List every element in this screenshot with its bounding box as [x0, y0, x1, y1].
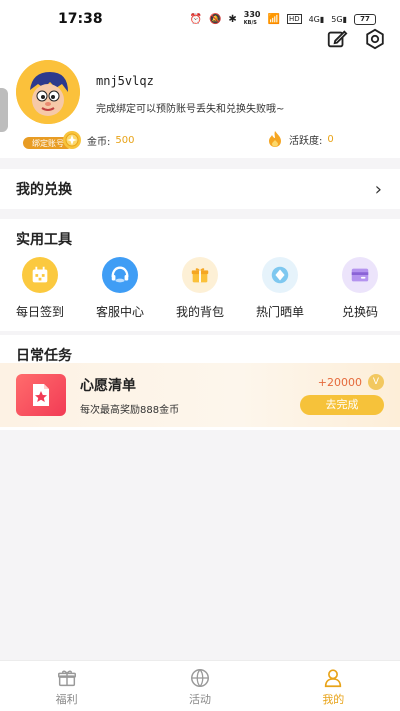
- my-exchange-row[interactable]: 我的兑换 ›: [0, 169, 400, 209]
- signal-icon-1: 4G▮: [308, 14, 325, 24]
- tools-section: 实用工具 每日签到 客服中心 我的背包 热门晒单 兑换码: [0, 219, 400, 331]
- headset-icon: [102, 257, 138, 293]
- diamond-icon: [262, 257, 298, 293]
- flame-icon: [269, 131, 281, 147]
- mute-icon: 🔕: [208, 13, 222, 25]
- activity-label: 活跃度:: [289, 135, 323, 147]
- speed-unit: KB/S: [243, 20, 257, 26]
- calendar-icon: [22, 257, 58, 293]
- gift-tab-icon: [57, 670, 76, 687]
- coin-v-icon: V: [368, 374, 384, 390]
- top-actions: [326, 28, 386, 50]
- network-label-2: 5G: [331, 14, 343, 24]
- ball-tab-icon: [191, 669, 209, 687]
- avatar[interactable]: [16, 60, 80, 124]
- bind-tip: 完成绑定可以预防账号丢失和兑换失败哦~: [96, 104, 285, 115]
- task-desc: 每次最高奖励888金币: [80, 405, 180, 416]
- side-drawer-handle[interactable]: [0, 88, 8, 132]
- username: mnj5vlqz: [96, 74, 154, 88]
- go-complete-button[interactable]: 去完成: [300, 395, 384, 415]
- tool-label: 每日签到: [15, 305, 64, 319]
- coins-value: 500: [115, 134, 135, 146]
- tab-activity[interactable]: 活动: [133, 661, 266, 711]
- wifi-icon: 📶: [267, 13, 280, 25]
- tool-redeem-code[interactable]: 兑换码: [320, 257, 400, 320]
- chevron-right-icon: ›: [374, 178, 382, 200]
- task-card[interactable]: 心愿清单 每次最高奖励888金币 +20000 V 去完成: [0, 363, 400, 427]
- signal-icon-2: 5G▮: [331, 14, 347, 24]
- card-icon: [342, 257, 378, 293]
- daily-tasks-title: 日常任务: [16, 348, 72, 364]
- person-tab-icon: [325, 669, 342, 688]
- hd-icon: HD: [286, 14, 302, 24]
- activity-value: 0: [327, 133, 334, 145]
- gift-icon: [182, 257, 218, 293]
- speed-readout: 330 KB/S: [244, 11, 261, 27]
- avatar-icon: [16, 60, 80, 124]
- tab-label: 活动: [188, 693, 211, 706]
- tool-label: 我的背包: [175, 305, 224, 319]
- edit-icon[interactable]: [326, 28, 348, 50]
- daily-tasks-section: 日常任务 心愿清单 每次最高奖励888金币 +20000 V 去完成: [0, 335, 400, 430]
- coins-label: 金币:: [87, 136, 111, 148]
- network-label-1: 4G: [308, 14, 320, 24]
- bluetooth-icon: ✱: [228, 13, 237, 25]
- tab-label: 我的: [322, 693, 345, 706]
- alarm-icon: ⏰: [189, 13, 202, 25]
- tab-welfare[interactable]: 福利: [0, 661, 133, 711]
- activity-stat: 活跃度: 0: [266, 130, 334, 148]
- status-time: 17:38: [58, 11, 103, 27]
- tab-mine[interactable]: 我的: [267, 661, 400, 711]
- status-icons: ⏰ 🔕 ✱ 330 KB/S 📶 HD 4G▮ 5G▮ 77: [189, 11, 376, 27]
- task-title: 心愿清单: [80, 378, 136, 394]
- tool-my-backpack[interactable]: 我的背包: [160, 257, 240, 320]
- bottom-tabbar: 福利 活动 我的: [0, 660, 400, 711]
- tools-title: 实用工具: [16, 232, 72, 248]
- wishlist-icon: [16, 374, 66, 416]
- tool-label: 热门晒单: [255, 305, 304, 319]
- coin-icon: [63, 131, 81, 149]
- task-reward: +20000 V: [318, 374, 384, 390]
- profile-card: 绑定账号 mnj5vlqz 完成绑定可以预防账号丢失和兑换失败哦~ 金币: 50…: [0, 38, 400, 158]
- task-reward-value: +20000: [317, 375, 362, 389]
- tool-label: 兑换码: [341, 305, 378, 319]
- battery-icon: 77: [354, 13, 376, 25]
- tool-hot-showcase[interactable]: 热门晒单: [240, 257, 320, 320]
- tool-customer-service[interactable]: 客服中心: [80, 257, 160, 320]
- coins-stat: 金币: 500: [62, 130, 134, 150]
- settings-icon[interactable]: [364, 28, 386, 50]
- speed-value: 330: [243, 10, 261, 19]
- tab-label: 福利: [55, 693, 78, 706]
- tool-label: 客服中心: [95, 305, 144, 319]
- my-exchange-label: 我的兑换: [16, 182, 72, 198]
- tool-daily-signin[interactable]: 每日签到: [0, 257, 80, 320]
